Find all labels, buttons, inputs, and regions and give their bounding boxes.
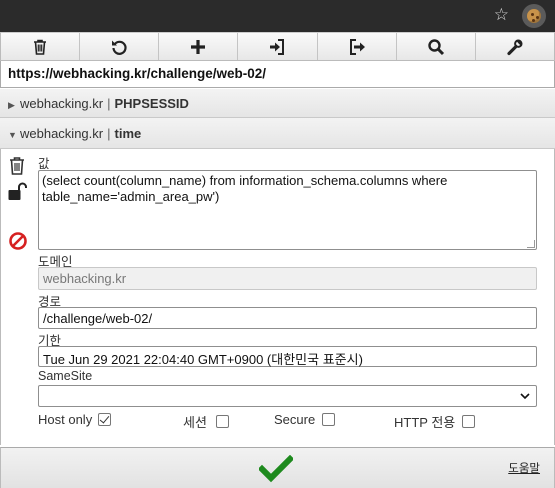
undo-icon	[112, 40, 127, 55]
add-cookie-button[interactable]	[159, 33, 239, 60]
cookie-name: PHPSESSID	[114, 96, 189, 111]
search-icon	[428, 38, 444, 55]
cookie-extension-icon[interactable]	[522, 4, 546, 28]
unlock-icon	[8, 182, 27, 200]
http-only-checkbox[interactable]	[462, 415, 476, 428]
block-icon	[9, 232, 27, 250]
value-textarea[interactable]: (select count(column_name) from informat…	[38, 170, 537, 250]
browser-toolbar: ☆	[0, 0, 555, 32]
session-label: 세션	[183, 415, 207, 430]
search-button[interactable]	[397, 33, 476, 60]
host-only-option: Host only	[38, 412, 112, 427]
secure-checkbox[interactable]	[322, 413, 336, 426]
chevron-down-icon	[520, 393, 530, 400]
cookie-row-time[interactable]: ▼ webhacking.kr | time	[0, 118, 555, 149]
samesite-select[interactable]	[38, 385, 537, 407]
help-link[interactable]: 도움말	[508, 460, 540, 476]
import-icon	[270, 38, 285, 55]
session-option: 세션	[183, 412, 229, 431]
save-checkmark-icon[interactable]	[259, 455, 293, 483]
cookie-separator: |	[107, 96, 111, 111]
trash-icon	[10, 157, 24, 175]
cookie-flags: Host only 세션 Secure HTTP 전용	[38, 412, 548, 432]
http-only-option: HTTP 전용	[394, 412, 476, 431]
current-url: https://webhacking.kr/challenge/web-02/	[0, 61, 555, 88]
resize-handle-icon[interactable]	[527, 240, 535, 248]
bookmark-star-icon[interactable]: ☆	[494, 6, 509, 24]
cookie-separator: |	[107, 126, 111, 141]
block-cookie-button[interactable]	[8, 231, 28, 254]
secure-option: Secure	[274, 412, 336, 427]
export-icon	[349, 38, 365, 55]
cookie-editor: 값 (select count(column_name) from inform…	[0, 149, 555, 445]
footer-bar: 도움말	[0, 447, 555, 488]
reset-button[interactable]	[80, 33, 160, 60]
action-toolbar	[0, 32, 555, 61]
plus-icon	[191, 39, 206, 54]
wrench-icon	[507, 38, 523, 55]
expiry-field[interactable]: Tue Jun 29 2021 22:04:40 GMT+0900 (대한민국 …	[38, 346, 537, 367]
trash-icon	[34, 39, 47, 55]
path-field[interactable]: /challenge/web-02/	[38, 307, 537, 329]
cookie-name: time	[114, 126, 142, 141]
delete-all-button[interactable]	[1, 33, 81, 60]
delete-cookie-button[interactable]	[8, 156, 26, 179]
options-button[interactable]	[476, 33, 554, 60]
cookie-domain: webhacking.kr	[20, 126, 104, 141]
secure-label: Secure	[274, 412, 316, 427]
expanded-triangle-icon: ▼	[8, 130, 17, 140]
host-only-label: Host only	[38, 412, 93, 427]
cookie-row-phpsessid[interactable]: ▶ webhacking.kr | PHPSESSID	[0, 89, 555, 118]
protect-cookie-button[interactable]	[8, 182, 28, 205]
samesite-label: SameSite	[38, 369, 93, 383]
cookie-domain: webhacking.kr	[20, 96, 104, 111]
export-button[interactable]	[318, 33, 397, 60]
domain-field: webhacking.kr	[38, 267, 537, 290]
http-only-label: HTTP 전용	[394, 415, 456, 430]
session-checkbox[interactable]	[215, 415, 229, 428]
import-button[interactable]	[238, 33, 318, 60]
host-only-checkbox[interactable]	[98, 413, 112, 426]
collapsed-triangle-icon: ▶	[8, 100, 15, 110]
